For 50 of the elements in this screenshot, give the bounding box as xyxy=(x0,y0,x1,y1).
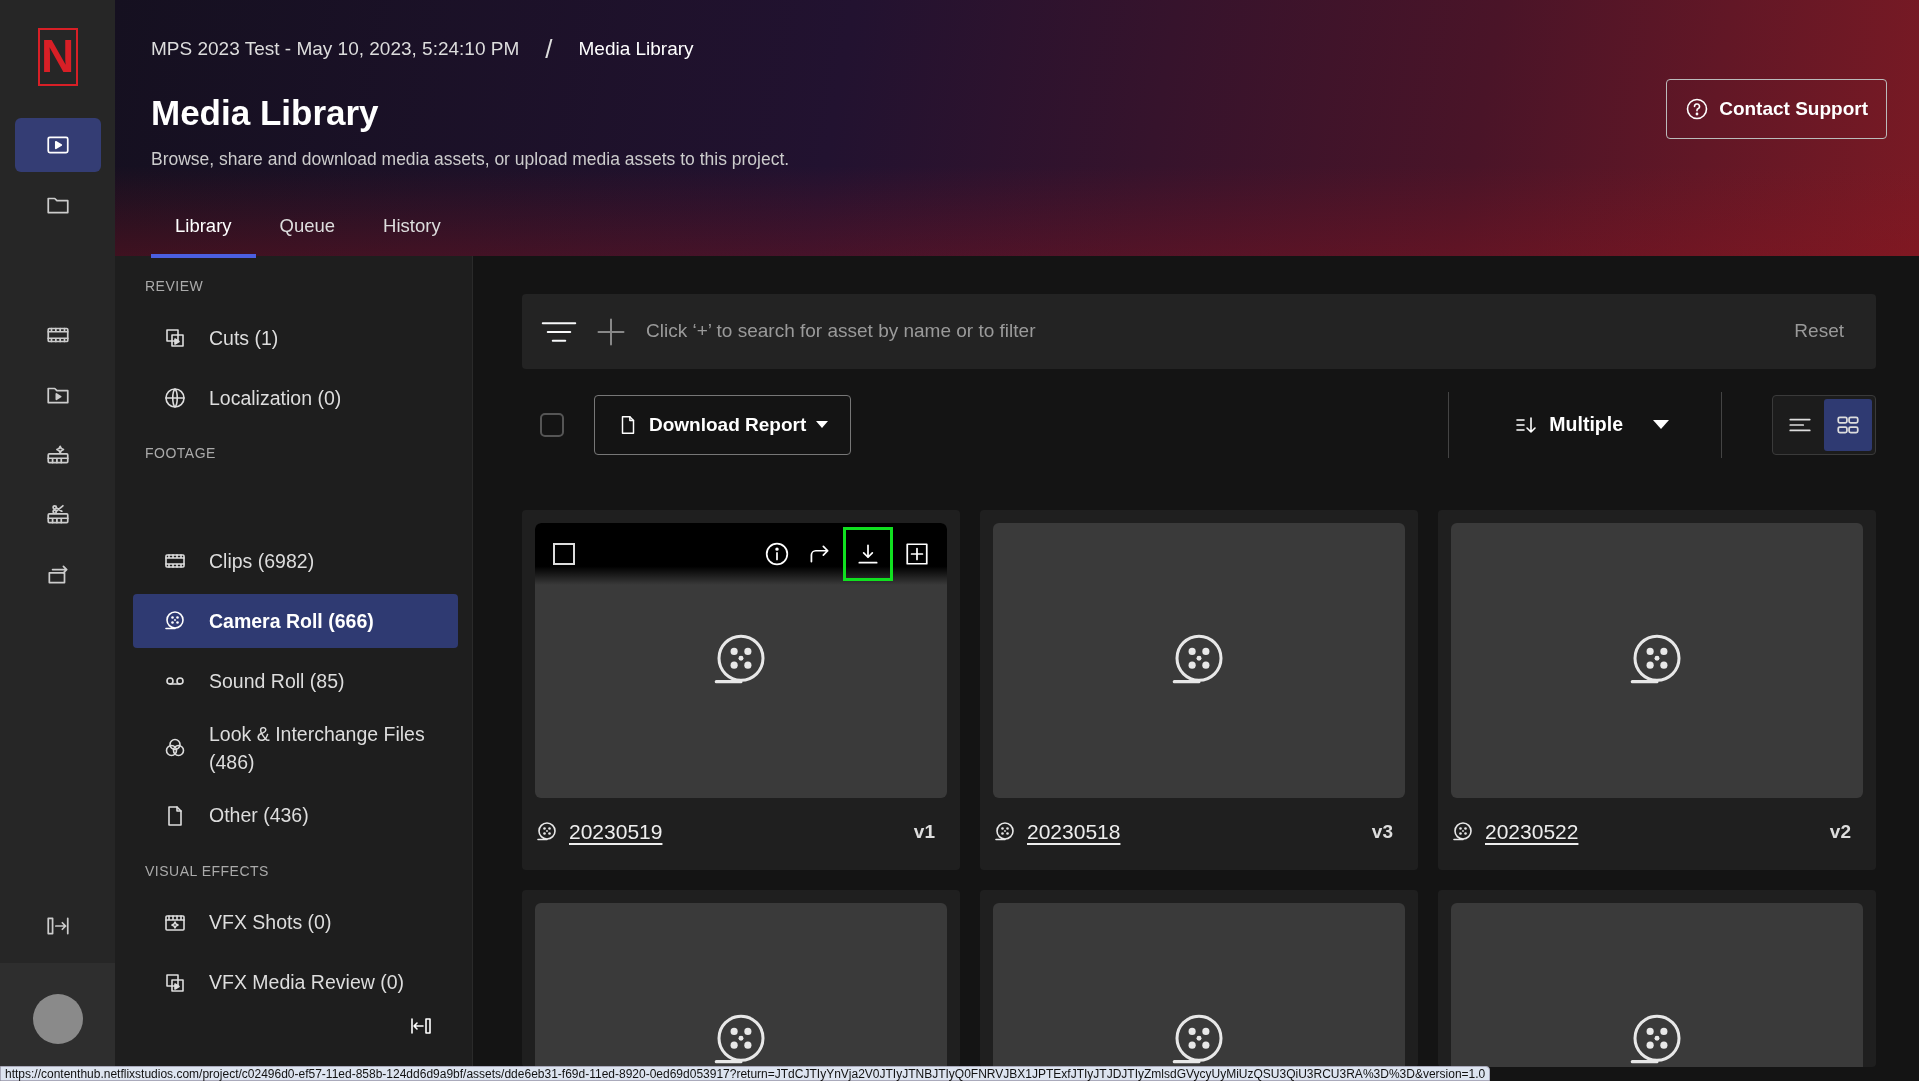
caret-icon xyxy=(1653,420,1669,430)
sidebar-item[interactable]: Cuts (1) xyxy=(133,311,458,365)
page-subtitle: Browse, share and download media assets, or upload media assets to this project. xyxy=(151,147,791,171)
caret-icon xyxy=(816,421,829,429)
tab[interactable]: Queue xyxy=(255,211,360,258)
add-filter-button[interactable] xyxy=(596,316,626,347)
select-checkbox[interactable] xyxy=(553,543,575,565)
section-heading: FOOTAGE xyxy=(145,444,217,463)
sidebar-item[interactable]: Sound Roll (85) xyxy=(133,654,458,708)
asset-card[interactable]: 20230519 v1 xyxy=(522,510,960,870)
avatar[interactable] xyxy=(32,994,83,1044)
asset-link[interactable]: 20230522 xyxy=(1485,816,1579,848)
asset-card[interactable]: 20230522 v2 xyxy=(1438,510,1876,870)
download-button[interactable] xyxy=(843,527,893,581)
contact-support-button[interactable]: Contact Support xyxy=(1666,79,1887,139)
globe-icon xyxy=(163,386,187,410)
tab[interactable]: History xyxy=(359,211,465,258)
reset-button[interactable]: Reset xyxy=(1788,316,1850,347)
nav-button[interactable] xyxy=(14,118,101,172)
help-icon xyxy=(1685,97,1710,121)
section-heading: REVIEW xyxy=(145,277,205,296)
page-title: Media Library xyxy=(151,92,379,134)
download-report-button[interactable]: Download Report xyxy=(594,395,852,455)
search-bar[interactable]: Click ‘+’ to search for asset by name or to filter Reset xyxy=(522,294,1876,369)
cuts-icon xyxy=(163,326,187,350)
breadcrumb-current: Media Library xyxy=(578,37,694,62)
plus-icon xyxy=(596,316,626,347)
logo: N xyxy=(37,28,78,86)
version-label: v2 xyxy=(1829,819,1851,844)
sidebar-item[interactable]: Other (436) xyxy=(133,788,458,843)
view-toggle[interactable] xyxy=(1824,399,1872,451)
version-label: v3 xyxy=(1371,819,1393,844)
section-heading: VISUAL EFFECTS xyxy=(145,861,270,881)
select-all-checkbox[interactable] xyxy=(540,413,564,437)
sidebar-item[interactable]: VFX Media Review (0) xyxy=(133,955,458,1010)
sort-button[interactable]: Multiple xyxy=(1449,410,1721,440)
sidebar-item[interactable]: VFX Shots (0) xyxy=(133,895,458,950)
asset-link[interactable]: 20230519 xyxy=(569,816,663,848)
plus-box-icon xyxy=(904,541,930,567)
version-label: v1 xyxy=(913,819,935,844)
asset-card[interactable]: 20230518 v3 xyxy=(980,510,1418,870)
asset-link[interactable]: 20230518 xyxy=(1027,816,1121,848)
sidebar-item[interactable]: Look & Interchange Files (486) xyxy=(133,714,458,783)
status-url: https://contenthub.netflixstudios.com/project/c02496d0-ef57-11ed-858b-124dd6d9a9bf/assets/dde6eb31-f69d-11ed-8920-0ed69d053917?return=JTdCJTIyYnVja2V0JTIyJTNBJTIyQ0FNRVJBX1JPTExfJTIyJTJDJTIyZmlsdGVycyUyMiUzQSU3QiU3RCU3RA%3D%3D&version=1.0 xyxy=(0,1066,1491,1081)
breadcrumb-separator: / xyxy=(545,33,553,66)
sidebar-item[interactable]: Localization (0) xyxy=(133,371,458,425)
sidebar-item[interactable]: Clips (6982) xyxy=(133,534,458,588)
sidebar-item[interactable]: Camera Roll (666) xyxy=(133,594,458,648)
breadcrumb-link[interactable]: MPS 2023 Test - May 10, 2023, 5:24:10 PM xyxy=(151,35,520,64)
info-icon xyxy=(764,541,790,567)
